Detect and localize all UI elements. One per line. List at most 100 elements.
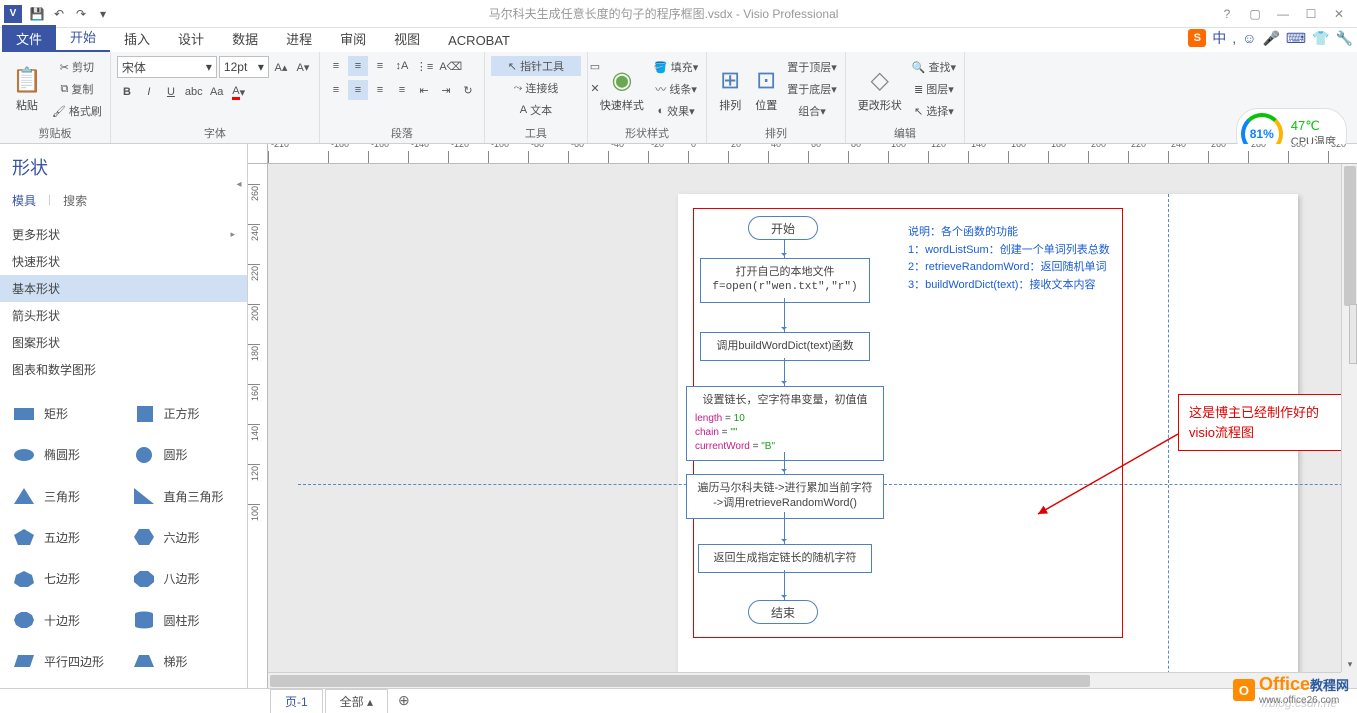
tab-data[interactable]: 数据 xyxy=(218,25,272,52)
canvas-scroll[interactable]: 开始 打开自己的本地文件 f=open(r"wen.txt","r") 调用bu… xyxy=(268,164,1341,672)
hscroll-thumb[interactable] xyxy=(270,675,1090,687)
rotate-text-button[interactable]: ↻ xyxy=(458,80,478,100)
align-top-button[interactable]: ≡ xyxy=(326,56,346,76)
sogou-ime-icon[interactable]: S xyxy=(1188,29,1206,47)
clear-format-button[interactable]: A⌫ xyxy=(437,56,464,76)
align-right-button[interactable]: ≡ xyxy=(370,80,390,100)
text-tool-button[interactable]: A 文本 xyxy=(491,100,581,120)
paste-button[interactable]: 📋 粘贴 xyxy=(6,56,48,122)
format-painter-button[interactable]: 🖌 格式刷 xyxy=(50,101,104,121)
flow-start[interactable]: 开始 xyxy=(748,216,818,240)
shrink-font-button[interactable]: A▾ xyxy=(293,57,313,77)
shape-parallelogram[interactable]: 平行四边形 xyxy=(4,643,124,680)
maximize-icon[interactable]: ☐ xyxy=(1297,3,1325,25)
cut-button[interactable]: ✂ 剪切 xyxy=(50,57,104,77)
shape-cylinder[interactable]: 圆柱形 xyxy=(124,601,244,638)
horizontal-scrollbar[interactable]: ◂ ▸ xyxy=(268,672,1341,688)
qat-undo-icon[interactable]: ↶ xyxy=(48,3,70,25)
effects-button[interactable]: ◐ 效果▾ xyxy=(652,101,700,121)
shape-heptagon[interactable]: 七边形 xyxy=(4,560,124,597)
shape-octagon[interactable]: 八边形 xyxy=(124,560,244,597)
connector-tool-button[interactable]: ⤳ 连接线 xyxy=(491,78,581,98)
select-button[interactable]: ↖ 选择▾ xyxy=(910,101,958,121)
tab-insert[interactable]: 插入 xyxy=(110,25,164,52)
cat-basic-shapes[interactable]: 基本形状 xyxy=(0,275,247,302)
change-case-button[interactable]: Aa xyxy=(207,82,227,102)
shape-right-triangle[interactable]: 直角三角形 xyxy=(124,478,244,515)
cat-quick-shapes[interactable]: 快速形状 xyxy=(0,248,247,275)
cat-arrow-shapes[interactable]: 箭头形状 xyxy=(0,302,247,329)
decrease-indent-button[interactable]: ⇤ xyxy=(414,80,434,100)
add-page-button[interactable]: ⊕ xyxy=(390,689,418,712)
tab-review[interactable]: 审阅 xyxy=(326,25,380,52)
increase-indent-button[interactable]: ⇥ xyxy=(436,80,456,100)
shape-decagon[interactable]: 十边形 xyxy=(4,601,124,638)
bold-button[interactable]: B xyxy=(117,82,137,102)
line-button[interactable]: 〰 线条▾ xyxy=(652,79,700,99)
flow-call-build[interactable]: 调用buildWordDict(text)函数 xyxy=(700,332,870,361)
rectangle-tool-button[interactable]: ▭ xyxy=(585,56,605,76)
tab-design[interactable]: 设计 xyxy=(164,25,218,52)
ime-voice-icon[interactable]: 🎤 xyxy=(1262,30,1279,47)
change-shape-button[interactable]: ◇更改形状 xyxy=(852,56,908,122)
flow-open-file[interactable]: 打开自己的本地文件 f=open(r"wen.txt","r") xyxy=(700,258,870,303)
italic-button[interactable]: I xyxy=(139,82,159,102)
vscroll-thumb[interactable] xyxy=(1344,166,1356,306)
shape-ellipse[interactable]: 椭圆形 xyxy=(4,436,124,473)
cat-chart-shapes[interactable]: 图表和数学图形 xyxy=(0,356,247,383)
find-button[interactable]: 🔍 查找▾ xyxy=(910,57,958,77)
align-left-button[interactable]: ≡ xyxy=(326,80,346,100)
shape-triangle[interactable]: 三角形 xyxy=(4,478,124,515)
shapes-tab-search[interactable]: 搜索 xyxy=(63,192,87,209)
ime-emoji-icon[interactable]: ☺ xyxy=(1242,30,1256,46)
ime-skin-icon[interactable]: 👕 xyxy=(1312,30,1329,47)
layers-button[interactable]: ≣ 图层▾ xyxy=(910,79,958,99)
send-back-button[interactable]: 置于底层▾ xyxy=(785,79,839,99)
align-bottom-button[interactable]: ≡ xyxy=(370,56,390,76)
flow-traverse[interactable]: 遍历马尔科夫链->进行累加当前字符 ->调用retrieveRandomWord… xyxy=(686,474,884,519)
shape-pentagon[interactable]: 五边形 xyxy=(4,519,124,556)
tab-file[interactable]: 文件 xyxy=(2,25,56,52)
cat-more-shapes[interactable]: 更多形状▸ xyxy=(0,221,247,248)
tab-view[interactable]: 视图 xyxy=(380,25,434,52)
font-size-combo[interactable]: 12pt▾ xyxy=(219,56,269,78)
font-name-combo[interactable]: 宋体▾ xyxy=(117,56,217,78)
align-middle-button[interactable]: ≡ xyxy=(348,56,368,76)
tab-process[interactable]: 进程 xyxy=(272,25,326,52)
underline-button[interactable]: U xyxy=(161,82,181,102)
bring-front-button[interactable]: 置于顶层▾ xyxy=(785,57,839,77)
flow-end[interactable]: 结束 xyxy=(748,600,818,624)
scroll-down-icon[interactable]: ▾ xyxy=(1342,656,1357,672)
align-button[interactable]: ⊞排列 xyxy=(713,56,747,122)
group-button[interactable]: 组合▾ xyxy=(785,101,839,121)
ime-lang-button[interactable]: 中 xyxy=(1212,28,1226,48)
shapes-panel-collapse-button[interactable]: ◂ xyxy=(232,174,246,194)
tab-home[interactable]: 开始 xyxy=(56,23,110,52)
copy-button[interactable]: ⧉ 复制 xyxy=(50,79,104,99)
tab-acrobat[interactable]: ACROBAT xyxy=(434,29,524,52)
flow-set-vars[interactable]: 设置链长，空字符串变量，初值值 length = 10 chain = "" c… xyxy=(686,386,884,461)
help-icon[interactable]: ? xyxy=(1213,3,1241,25)
qat-customize-icon[interactable]: ▾ xyxy=(92,3,114,25)
page-tab-1[interactable]: 页-1 xyxy=(270,689,323,713)
cat-pattern-shapes[interactable]: 图案形状 xyxy=(0,329,247,356)
shapes-tab-templates[interactable]: 模具 xyxy=(12,192,36,209)
shape-trapezoid[interactable]: 梯形 xyxy=(124,643,244,680)
shape-square[interactable]: 正方形 xyxy=(124,395,244,432)
fill-button[interactable]: 🪣 填充▾ xyxy=(652,57,700,77)
ime-settings-icon[interactable]: 🔧 xyxy=(1336,30,1353,47)
ribbon-display-icon[interactable]: ▢ xyxy=(1241,3,1269,25)
strike-button[interactable]: abc xyxy=(183,82,205,102)
qat-save-icon[interactable]: 💾 xyxy=(26,3,48,25)
grow-font-button[interactable]: A▴ xyxy=(271,57,291,77)
shape-hexagon[interactable]: 六边形 xyxy=(124,519,244,556)
vertical-scrollbar[interactable]: ▴ ▾ xyxy=(1341,164,1357,672)
qat-redo-icon[interactable]: ↷ xyxy=(70,3,92,25)
align-center-button[interactable]: ≡ xyxy=(348,80,368,100)
text-direction-button[interactable]: ↕A xyxy=(392,56,412,76)
right-panel-expand[interactable] xyxy=(1349,304,1357,364)
shape-circle[interactable]: 圆形 xyxy=(124,436,244,473)
bullets-button[interactable]: ⋮≡ xyxy=(414,56,435,76)
flow-return[interactable]: 返回生成指定链长的随机字符 xyxy=(698,544,872,573)
ime-keyboard-icon[interactable]: ⌨ xyxy=(1286,30,1306,47)
